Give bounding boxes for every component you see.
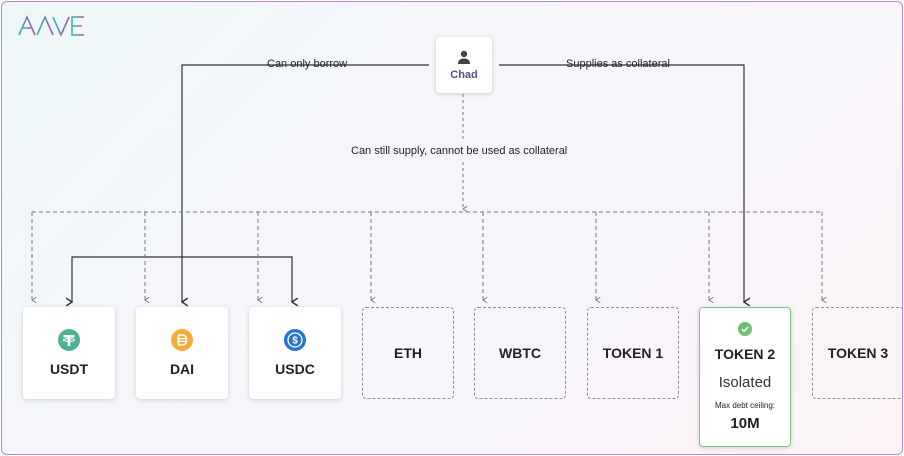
usdc-icon: $ bbox=[284, 329, 306, 351]
isolated-status: Isolated bbox=[718, 374, 772, 391]
token-name: TOKEN 3 bbox=[827, 345, 889, 361]
user-card: Chad bbox=[436, 37, 492, 93]
token-card-usdt: USDT bbox=[23, 307, 115, 399]
dai-icon bbox=[171, 329, 193, 351]
tether-icon bbox=[58, 329, 80, 351]
token-card-eth: ETH bbox=[362, 307, 454, 399]
user-icon bbox=[458, 50, 470, 64]
token-card-dai: DAI bbox=[136, 307, 228, 399]
token-card-token1: TOKEN 1 bbox=[587, 307, 679, 399]
token-name: TOKEN 2 bbox=[714, 346, 776, 362]
supply-label: Can still supply, cannot be used as coll… bbox=[351, 145, 568, 157]
diagram-frame: Can only borrow Supplies as collateral C… bbox=[1, 1, 903, 455]
token-card-token3: TOKEN 3 bbox=[812, 307, 902, 399]
token-card-wbtc: WBTC bbox=[474, 307, 566, 399]
user-name: Chad bbox=[450, 69, 478, 81]
borrow-label: Can only borrow bbox=[267, 58, 348, 70]
token-name: USDT bbox=[49, 361, 89, 377]
debt-ceiling-value: 10M bbox=[730, 415, 760, 432]
token-card-usdc: $ USDC bbox=[249, 307, 341, 399]
token-name: WBTC bbox=[499, 345, 541, 361]
check-circle-icon bbox=[738, 322, 752, 336]
token-name: TOKEN 1 bbox=[602, 345, 664, 361]
token-card-token2: TOKEN 2 Isolated Max debt ceiling: 10M bbox=[699, 307, 791, 447]
token-name: DAI bbox=[169, 361, 195, 377]
borrow-connector bbox=[180, 64, 429, 307]
collateral-label: Supplies as collateral bbox=[566, 58, 670, 70]
collateral-connector bbox=[499, 64, 751, 307]
svg-text:$: $ bbox=[292, 336, 298, 347]
token-name: USDC bbox=[275, 361, 315, 377]
token-name: ETH bbox=[394, 345, 422, 361]
debt-ceiling-label: Max debt ceiling: bbox=[714, 401, 776, 410]
